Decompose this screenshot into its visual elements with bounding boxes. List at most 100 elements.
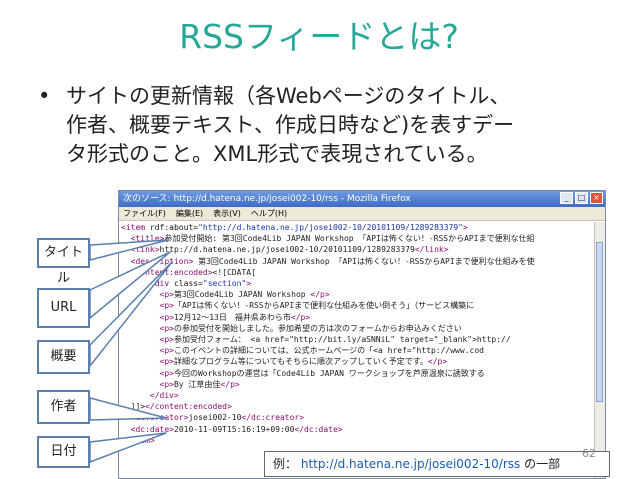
source-indent [121, 380, 160, 389]
source-line: ]]></content:encoded> [121, 401, 595, 412]
source-tag-open: <p> [159, 357, 174, 367]
source-str: "http://d.hatena.ne.jp/josei002-10/20101… [198, 223, 463, 232]
source-tag-close: </dc:creator> [241, 413, 305, 423]
slide-title: RSSフィードとは? [179, 17, 459, 56]
source-text: の参加受付を開始しました。参加希望の方は次のフォームからお申込みください [173, 323, 462, 333]
source-line: <item rdf:about="http://d.hatena.ne.jp/j… [121, 222, 595, 233]
caption-url: http://d.hatena.ne.jp/josei002-10/rss [300, 457, 521, 471]
close-button[interactable]: × [590, 192, 603, 204]
source-indent [121, 268, 131, 277]
minimize-button[interactable]: _ [560, 192, 573, 204]
source-tag-open: <div [149, 279, 170, 289]
source-line: <p>参加受付フォーム： <a href="http://bit.ly/aSNN… [121, 334, 595, 345]
callout-url: URL [37, 288, 90, 328]
menu-view[interactable]: 表示(V) [213, 207, 241, 220]
source-tag-open: </div> [149, 391, 179, 401]
source-indent [121, 413, 131, 422]
source-text: 参加受付フォーム： <a href="http://bit.ly/aSNNiL"… [173, 335, 511, 345]
example-caption: 例： http://d.hatena.ne.jp/josei002-10/rss… [264, 451, 610, 477]
callout-date: 日付 [37, 436, 90, 468]
source-line: <p>12月12〜13日 福井県あわら市</p> [121, 312, 595, 323]
source-tag-open: <dc:creator> [130, 413, 189, 423]
source-indent [121, 324, 160, 333]
page-number: 62 [582, 447, 596, 460]
source-line: <p>今回のWorkshopの運営は「Code4Lib JAPAN ワークショッ… [121, 368, 595, 379]
source-line: </item> [121, 435, 595, 446]
source-indent [121, 279, 150, 288]
source-tag-open: <p> [159, 290, 174, 300]
source-indent [121, 234, 131, 243]
bullet-line-1: サイトの更新情報（各Webページのタイトル、 [66, 84, 511, 108]
source-tag-open: </item> [121, 435, 155, 445]
source-tag-close: > [462, 223, 468, 232]
menu-file[interactable]: ファイル(F) [123, 207, 166, 220]
source-line: </div> [121, 390, 595, 401]
caption-prefix: 例： [273, 457, 298, 471]
source-line: <p>このイベントの詳細については、公式ホームページの「<a href="htt… [121, 345, 595, 356]
source-text: josei002-10 [188, 413, 242, 423]
window-titlebar: 次のソース: http://d.hatena.ne.jp/josei002-10… [119, 191, 605, 207]
callout-summary: 概要 [37, 340, 90, 374]
source-text: 「APIは怖くない！-RSSからAPIまで便利な仕組みを使い倒そう」（サービス構… [173, 301, 475, 311]
source-indent [121, 369, 160, 378]
source-indent [121, 335, 160, 344]
source-indent [121, 301, 160, 310]
bullet-point: • サイトの更新情報（各Webページのタイトル、 作者、概要テキスト、作成日時な… [38, 82, 610, 169]
source-tag-open: <p> [159, 379, 174, 389]
source-line: <description> 第3回Code4Lib JAPAN Workshop… [121, 256, 595, 267]
source-indent [121, 391, 150, 400]
source-line: <link>http://d.hatena.ne.jp/josei002-10/… [121, 244, 595, 255]
source-attr: class= [169, 279, 203, 289]
source-line: <p>詳細なプログラム等についてもそちらに順次アップしていく予定です。</p> [121, 356, 595, 367]
bullet-line-2: 作者、概要テキスト、作成日時など)を表すデー [66, 113, 515, 137]
source-tag-close: </p> [220, 379, 240, 389]
source-line: <div class="section"> [121, 278, 595, 289]
callout-title: タイトル [37, 238, 90, 286]
source-indent [121, 257, 131, 266]
source-tag-open: <p> [159, 346, 174, 356]
bullet-line-3: タ形式のこと。XML形式で表現されている。 [66, 142, 488, 166]
source-tag-open: <dc:date> [130, 424, 174, 434]
source-attr: rdf:about= [145, 223, 199, 232]
source-line: <p>「APIは怖くない！-RSSからAPIまで便利な仕組みを使い倒そう」（サー… [121, 300, 595, 311]
source-indent [121, 290, 160, 299]
source-tag-close: </link> [414, 245, 449, 255]
source-text: 12月12〜13日 福井県あわら市 [173, 312, 291, 322]
menu-help[interactable]: ヘルプ(H) [251, 207, 287, 220]
source-indent [121, 245, 131, 254]
source-tag-open: <title> [130, 234, 165, 244]
source-str: "section" [202, 279, 247, 289]
source-text: 第3回Code4Lib JAPAN Workshop [173, 290, 306, 300]
source-tag-open: <p> [159, 312, 174, 322]
source-text: 詳細なプログラム等についてもそちらに順次アップしていく予定です。 [173, 357, 428, 367]
source-line: <p>の参加受付を開始しました。参加希望の方は次のフォームからお申込みください [121, 323, 595, 334]
source-tag-open: <description> [130, 256, 194, 266]
caption-suffix: の一部 [524, 457, 561, 471]
source-tag-close: </content:encoded> [145, 402, 232, 412]
source-text: http://d.hatena.ne.jp/josei002-10/201011… [159, 245, 415, 255]
source-tag-close: </p> [427, 357, 448, 367]
source-tag-open: <content:encoded> [130, 267, 213, 277]
scrollbar-thumb[interactable] [596, 242, 603, 402]
source-line: <content:encoded><![CDATA[ [121, 267, 595, 278]
source-text: 第3回Code4Lib JAPAN Workshop 「APIは怖くない！-RS… [193, 256, 535, 266]
source-line: <p>By 江草由佳</p> [121, 379, 595, 390]
menu-edit[interactable]: 編集(E) [176, 207, 203, 220]
window-controls: _ □ × [560, 192, 603, 204]
source-tag-open: <p> [159, 335, 174, 345]
source-tag-open: <p> [159, 323, 174, 333]
source-text: 2010-11-09T15:16:19+09:00 [174, 424, 295, 434]
vertical-scrollbar[interactable] [594, 222, 605, 478]
source-indent [121, 402, 131, 411]
source-tag-close: </dc:date> [294, 424, 343, 434]
source-code-view[interactable]: <item rdf:about="http://d.hatena.ne.jp/j… [121, 222, 595, 478]
source-tag-open: <p> [159, 368, 174, 378]
source-tag-open: <p> [159, 301, 174, 311]
bullet-dot: • [38, 84, 51, 108]
source-text: ]]> [130, 402, 146, 412]
source-text: 参加受付開始: 第3回Code4Lib JAPAN Workshop 「APIは… [164, 234, 535, 244]
window-title: 次のソース: http://d.hatena.ne.jp/josei002-10… [123, 194, 411, 204]
source-tag-close: </p> [290, 312, 311, 322]
source-indent [121, 357, 160, 366]
maximize-button[interactable]: □ [575, 192, 588, 204]
